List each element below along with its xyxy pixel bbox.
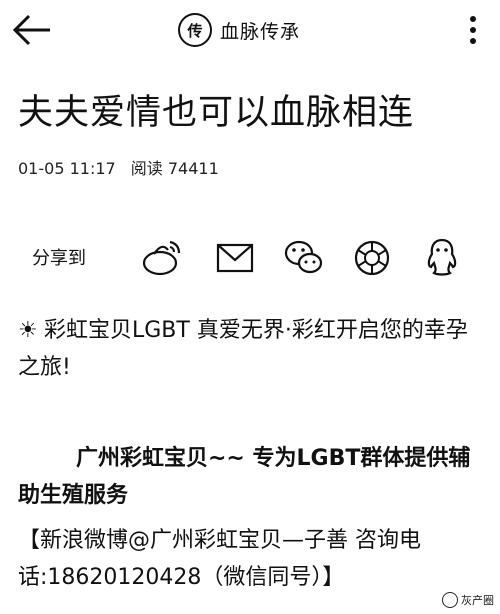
share-bar: 分享到 xyxy=(18,236,488,284)
article-title: 夫夫爱情也可以血脉相连 xyxy=(18,93,415,133)
watermark-text: 灰产圈 xyxy=(461,594,494,607)
article-meta: 01-05 11:17 阅读 74411 xyxy=(18,155,219,179)
qq-icon[interactable] xyxy=(420,236,464,280)
more-vertical-icon[interactable] xyxy=(462,14,484,46)
read-count: 阅读 74411 xyxy=(130,159,219,178)
account-brand[interactable]: 传 血脉传承 xyxy=(178,12,300,48)
watermark-icon xyxy=(442,592,458,608)
moments-icon[interactable] xyxy=(350,236,394,280)
account-name: 血脉传承 xyxy=(220,20,301,43)
wechat-icon[interactable] xyxy=(282,236,326,280)
contact-text: 【新浪微博@广州彩虹宝贝—子善 咨询电话:18620120428（微信同号）】 xyxy=(18,528,421,590)
back-arrow-icon[interactable] xyxy=(12,12,52,48)
mail-icon[interactable] xyxy=(214,236,258,280)
contact-paragraph: 【新浪微博@广州彩虹宝贝—子善 咨询电话:18620120428（微信同号）】 xyxy=(18,522,488,596)
publish-date: 01-05 11:17 xyxy=(18,159,116,178)
intro-paragraph: ☀ 彩虹宝贝LGBT 真爱无界·彩红开启您的幸孕之旅! xyxy=(18,312,488,386)
top-bar: 传 血脉传承 xyxy=(0,0,500,62)
watermark: 灰产圈 xyxy=(442,592,494,608)
service-paragraph: 广州彩虹宝贝~~ 专为LGBT群体提供辅助生殖服务 xyxy=(18,440,488,514)
weibo-icon[interactable] xyxy=(140,236,184,280)
sparkle-icon: ☀ xyxy=(18,318,38,343)
share-label: 分享到 xyxy=(32,248,86,269)
service-text: 广州彩虹宝贝~~ 专为LGBT群体提供辅助生殖服务 xyxy=(18,446,471,508)
intro-text: 彩虹宝贝LGBT 真爱无界·彩红开启您的幸孕之旅! xyxy=(18,318,468,380)
account-logo: 传 xyxy=(178,13,212,47)
